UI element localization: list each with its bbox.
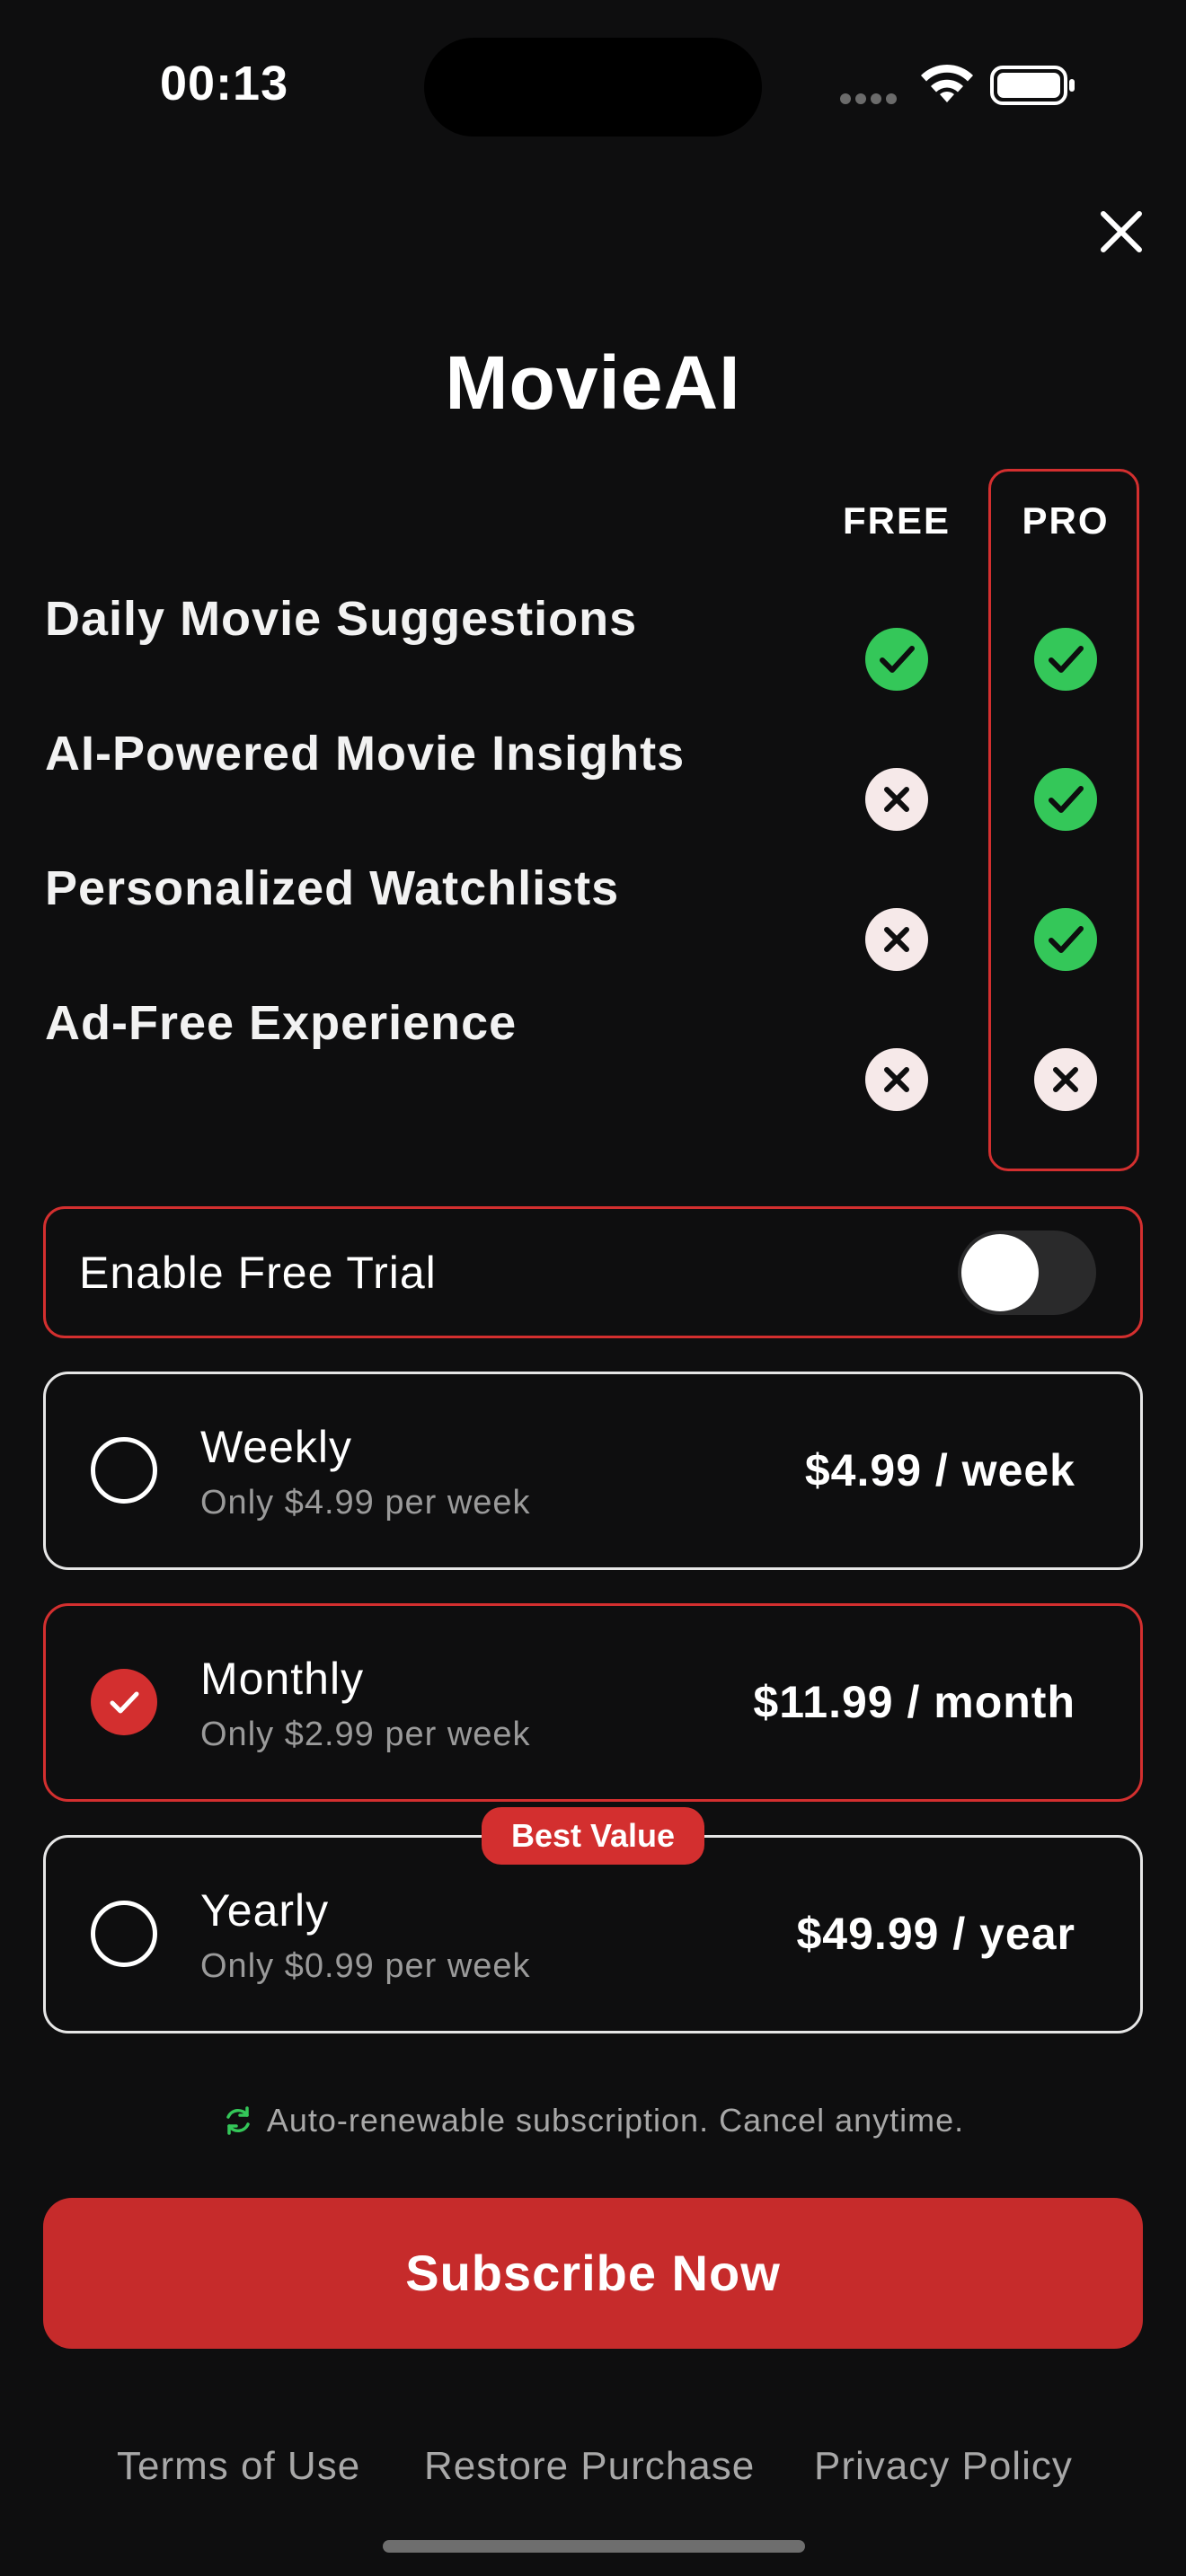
cross-icon bbox=[865, 908, 928, 971]
pro-column-header: PRO bbox=[1022, 499, 1110, 542]
plan-name: Yearly bbox=[200, 1885, 330, 1936]
subscribe-button[interactable]: Subscribe Now bbox=[43, 2198, 1143, 2349]
check-icon bbox=[1034, 768, 1097, 831]
plan-option-yearly[interactable]: Yearly Only $0.99 per week $49.99 / year bbox=[43, 1835, 1143, 2033]
renewal-note-text: Auto-renewable subscription. Cancel anyt… bbox=[266, 2102, 965, 2139]
plan-name: Monthly bbox=[200, 1654, 365, 1704]
plan-subtitle: Only $4.99 per week bbox=[200, 1484, 531, 1522]
cross-icon bbox=[865, 1048, 928, 1111]
check-icon bbox=[1034, 908, 1097, 971]
feature-label-daily-suggestions: Daily Movie Suggestions bbox=[45, 592, 638, 646]
app-title: MovieAI bbox=[445, 340, 741, 425]
close-icon[interactable] bbox=[1093, 203, 1150, 260]
feature-label-ad-free: Ad-Free Experience bbox=[45, 996, 518, 1050]
free-trial-label: Enable Free Trial bbox=[79, 1248, 437, 1298]
dynamic-island bbox=[424, 38, 762, 137]
best-value-badge: Best Value bbox=[482, 1807, 704, 1865]
cross-icon bbox=[1034, 1048, 1097, 1111]
check-icon bbox=[865, 628, 928, 691]
toggle-knob bbox=[961, 1234, 1039, 1311]
battery-icon bbox=[990, 66, 1075, 105]
plan-option-monthly[interactable]: Monthly Only $2.99 per week $11.99 / mon… bbox=[43, 1603, 1143, 1802]
terms-of-use-link[interactable]: Terms of Use bbox=[117, 2444, 360, 2489]
plan-name: Weekly bbox=[200, 1422, 353, 1472]
refresh-icon bbox=[226, 2106, 250, 2135]
free-column-header: FREE bbox=[842, 499, 951, 542]
status-time: 00:13 bbox=[160, 57, 289, 110]
radio-unselected-icon bbox=[91, 1437, 157, 1504]
plan-price: $11.99 / month bbox=[753, 1677, 1075, 1727]
cross-icon bbox=[865, 768, 928, 831]
plan-subtitle: Only $2.99 per week bbox=[200, 1716, 531, 1753]
restore-purchase-link[interactable]: Restore Purchase bbox=[424, 2444, 755, 2489]
check-icon bbox=[1034, 628, 1097, 691]
plan-price: $49.99 / year bbox=[796, 1909, 1075, 1959]
home-indicator bbox=[383, 2540, 805, 2553]
renewal-note: Auto-renewable subscription. Cancel anyt… bbox=[0, 2102, 1186, 2139]
cellular-signal-icon bbox=[840, 93, 903, 104]
plan-price: $4.99 / week bbox=[804, 1445, 1075, 1495]
feature-label-ai-insights: AI-Powered Movie Insights bbox=[45, 727, 686, 781]
free-trial-toggle[interactable] bbox=[958, 1231, 1096, 1315]
plan-subtitle: Only $0.99 per week bbox=[200, 1947, 531, 1985]
privacy-policy-link[interactable]: Privacy Policy bbox=[814, 2444, 1073, 2489]
wifi-icon bbox=[921, 64, 973, 102]
radio-unselected-icon bbox=[91, 1901, 157, 1967]
feature-label-watchlists: Personalized Watchlists bbox=[45, 861, 620, 915]
plan-option-weekly[interactable]: Weekly Only $4.99 per week $4.99 / week bbox=[43, 1372, 1143, 1570]
radio-checked-icon bbox=[91, 1669, 157, 1735]
